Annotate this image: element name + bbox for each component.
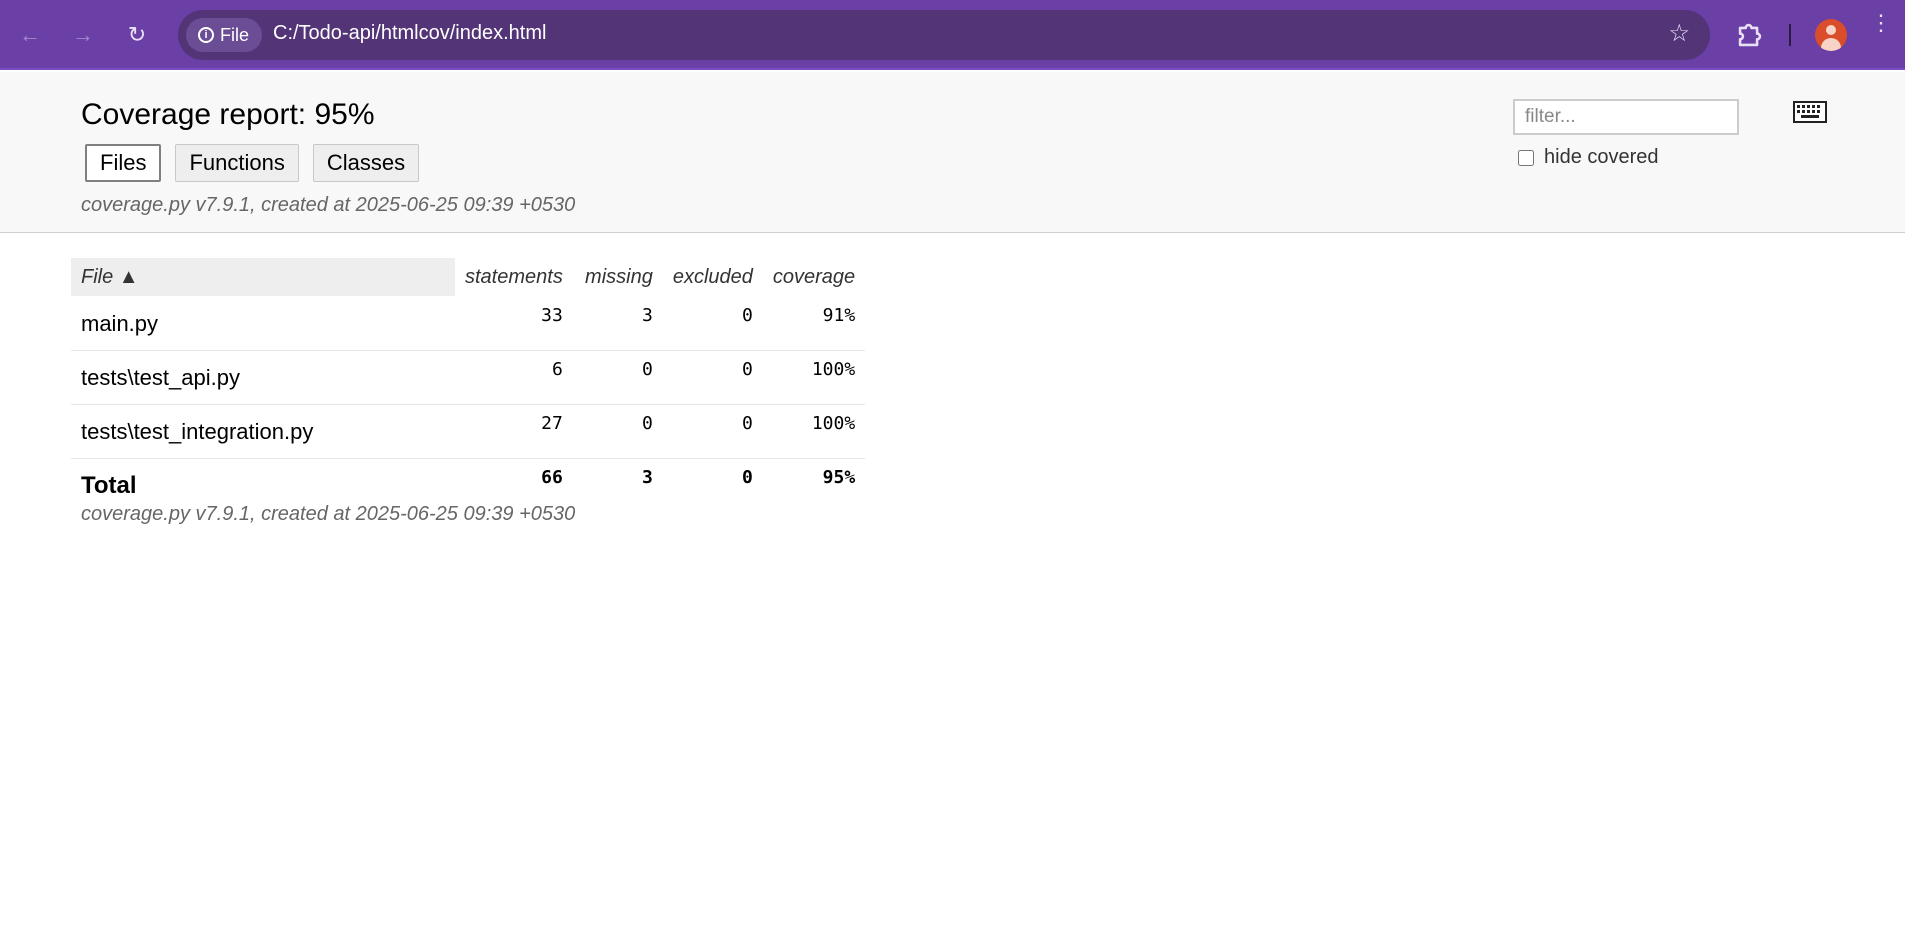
footer-created-info: coverage.py v7.9.1, created at 2025-06-2… [81, 503, 576, 525]
reload-icon[interactable]: ↻ [119, 17, 155, 53]
browser-toolbar: ← → ↻ i File C:/Todo-api/htmlcov/index.h… [0, 0, 1905, 70]
keyboard-icon[interactable] [1793, 101, 1827, 123]
file-link[interactable]: main.py [71, 296, 455, 351]
info-icon: i [198, 27, 214, 43]
extensions-icon[interactable] [1733, 18, 1767, 52]
file-link[interactable]: tests\test_api.py [71, 350, 455, 405]
created-info: coverage.py v7.9.1, created at 2025-06-2… [81, 194, 576, 216]
table-row: main.py 33 3 0 91% [71, 296, 866, 351]
coverage-cell: 91% [762, 296, 866, 351]
report-nav: Files Functions Classes [85, 144, 420, 182]
functions-tab-button[interactable]: Functions [175, 144, 299, 182]
table-row: tests\test_integration.py 27 0 0 100% [71, 404, 866, 459]
page-header: Coverage report: 95% Files Functions Cla… [0, 72, 1905, 233]
statements-cell: 27 [455, 404, 573, 459]
total-coverage: 95% [822, 467, 856, 488]
site-info-chip[interactable]: i File [186, 18, 262, 52]
missing-cell: 3 [572, 296, 663, 351]
url-text[interactable]: C:/Todo-api/htmlcov/index.html [273, 22, 546, 45]
kebab-menu-icon[interactable]: ⋮ [1870, 12, 1892, 34]
missing-cell: 0 [572, 350, 663, 405]
table-header-row: File ▲ statements missing excluded cover… [71, 258, 866, 297]
total-missing: 3 [641, 467, 653, 488]
coverage-cell: 100% [762, 350, 866, 405]
hide-covered-label: hide covered [1544, 146, 1659, 168]
excluded-cell: 0 [662, 350, 763, 405]
coverage-cell: 100% [762, 404, 866, 459]
statements-cell: 33 [455, 296, 573, 351]
file-link[interactable]: tests\test_integration.py [71, 404, 455, 459]
hide-covered-toggle[interactable]: hide covered [1518, 146, 1659, 169]
file-column-header[interactable]: File ▲ [71, 258, 455, 297]
profile-avatar[interactable] [1815, 19, 1847, 51]
total-excluded: 0 [742, 467, 753, 488]
toolbar-divider [1789, 24, 1791, 46]
back-arrow-icon[interactable]: ← [12, 17, 48, 53]
coverage-table: File ▲ statements missing excluded cover… [71, 258, 866, 512]
page-title: Coverage report: 95% [81, 98, 375, 131]
classes-tab-button[interactable]: Classes [312, 144, 420, 182]
bookmark-star-icon[interactable]: ☆ [1668, 19, 1690, 48]
filter-input[interactable] [1513, 99, 1739, 135]
forward-arrow-icon[interactable]: → [65, 17, 101, 53]
excluded-cell: 0 [662, 296, 763, 351]
coverage-column-header[interactable]: coverage [762, 258, 866, 297]
missing-column-header[interactable]: missing [572, 258, 663, 297]
excluded-cell: 0 [662, 404, 763, 459]
hide-covered-checkbox[interactable] [1518, 149, 1534, 166]
statements-column-header[interactable]: statements [455, 258, 573, 297]
site-info-label: File [220, 24, 250, 45]
missing-cell: 0 [572, 404, 663, 459]
table-row: tests\test_api.py 6 0 0 100% [71, 350, 866, 405]
address-bar[interactable]: i File C:/Todo-api/htmlcov/index.html ☆ [178, 10, 1710, 60]
files-tab-button[interactable]: Files [85, 144, 162, 182]
excluded-column-header[interactable]: excluded [662, 258, 763, 297]
statements-cell: 6 [455, 350, 573, 405]
